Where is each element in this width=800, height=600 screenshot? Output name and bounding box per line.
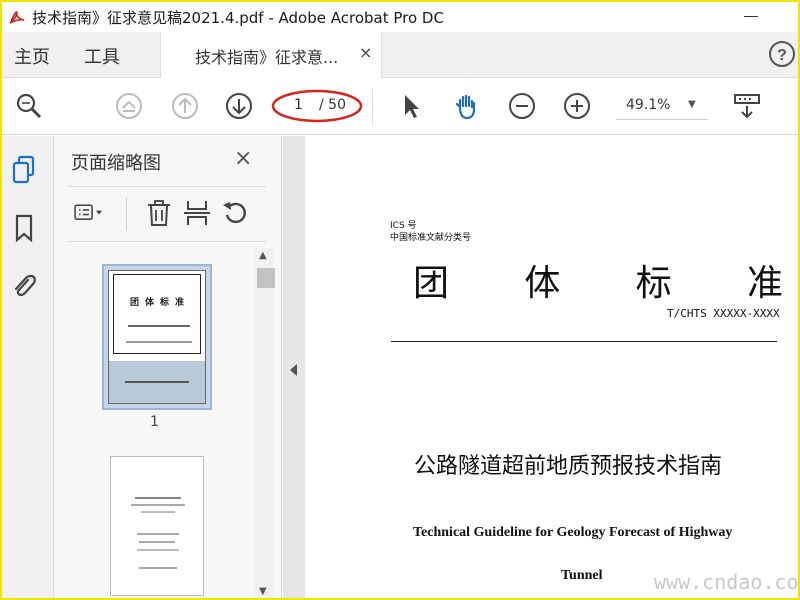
document-title-cn: 公路隧道超前地质预报技术指南 xyxy=(414,454,723,479)
previous-page-icon[interactable] xyxy=(170,91,200,121)
heading-rule xyxy=(391,341,777,342)
document-view[interactable]: ICS 号 中国标准文献分类号 团 体 标 准 T/CHTS XXXXX-XXX… xyxy=(305,136,798,598)
thumbnail-cover-frame: 团体标准 xyxy=(113,274,201,354)
thumbnail-panel: 页面缩略图 × 团体标准 1 ▲ ▼ xyxy=(54,136,282,598)
thumbnail-text-line xyxy=(137,549,179,551)
thumbnail-cover-title: 团体标准 xyxy=(130,298,191,308)
svg-text:?: ? xyxy=(777,47,787,64)
window-title: 技术指南》征求意见稿2021.4.pdf - Adobe Acrobat Pro… xyxy=(32,8,444,27)
panel-title: 页面缩略图 xyxy=(71,153,161,174)
thumbnail-text-line xyxy=(131,504,185,506)
pdf-page: ICS 号 中国标准文献分类号 团 体 标 准 T/CHTS XXXXX-XXX… xyxy=(305,136,798,598)
first-page-icon[interactable] xyxy=(114,91,144,121)
toolbar: 1 / 50 49.1% ▼ xyxy=(2,79,798,135)
toolbar-divider xyxy=(372,89,373,125)
thumbnail-scrollbar[interactable]: ▲ ▼ xyxy=(255,248,275,598)
thumbnail-text-line xyxy=(137,533,179,535)
standard-heading: 团 体 标 准 xyxy=(413,254,783,306)
thumbnail-text-line xyxy=(126,341,192,343)
page-thumbnail-1[interactable]: 团体标准 xyxy=(102,264,212,410)
extract-page-icon[interactable] xyxy=(180,197,214,229)
panel-toolbar-divider xyxy=(126,197,127,231)
document-title-en: Technical Guideline for Geology Forecast… xyxy=(413,525,733,540)
tab-close-icon[interactable]: × xyxy=(359,43,372,62)
help-icon[interactable]: ? xyxy=(768,40,796,68)
standard-number: T/CHTS XXXXX-XXXX xyxy=(667,307,780,320)
tab-bar: 主页 工具 技术指南》征求意... × ? xyxy=(2,32,798,78)
chevron-down-icon: ▼ xyxy=(688,99,696,110)
rotate-page-icon[interactable] xyxy=(218,197,252,229)
next-page-icon[interactable] xyxy=(224,91,254,121)
tab-home[interactable]: 主页 xyxy=(14,43,50,69)
tab-tools[interactable]: 工具 xyxy=(84,43,120,69)
thumbnail-text-line xyxy=(128,325,190,327)
zoom-search-icon[interactable] xyxy=(14,91,44,121)
thumbnail-text-line xyxy=(125,381,189,383)
tab-document[interactable]: 技术指南》征求意... × xyxy=(160,32,382,78)
left-nav-rail xyxy=(2,136,54,598)
thumbnail-text-line xyxy=(141,511,175,513)
heading-char: 标 xyxy=(635,263,672,304)
delete-page-icon[interactable] xyxy=(142,197,176,229)
panel-close-icon[interactable]: × xyxy=(234,146,252,171)
red-annotation-ellipse xyxy=(271,89,363,123)
scroll-up-icon[interactable]: ▲ xyxy=(259,250,267,261)
attachment-icon[interactable] xyxy=(10,270,38,302)
classification-number: 中国标准文献分类号 xyxy=(390,233,472,243)
collapse-left-icon[interactable] xyxy=(290,364,297,376)
minimize-button[interactable] xyxy=(740,8,762,26)
acrobat-app-icon xyxy=(8,8,26,26)
thumbnail-list: 团体标准 1 xyxy=(68,250,254,598)
tab-document-label: 技术指南》征求意... xyxy=(195,48,339,67)
page-thumbnail-2[interactable] xyxy=(110,456,204,596)
scroll-down-icon[interactable]: ▼ xyxy=(259,586,267,597)
thumbnail-text-line xyxy=(139,567,177,569)
document-title-en-line2: Tunnel xyxy=(561,568,603,583)
zoom-in-icon[interactable] xyxy=(562,91,592,121)
panel-collapse-strip[interactable] xyxy=(283,136,305,598)
panel-toolbar xyxy=(68,186,266,242)
acrobat-window: 技术指南》征求意见稿2021.4.pdf - Adobe Acrobat Pro… xyxy=(0,0,800,600)
more-tools-icon[interactable] xyxy=(732,91,762,121)
title-bar: 技术指南》征求意见稿2021.4.pdf - Adobe Acrobat Pro… xyxy=(2,2,798,32)
thumbnail-page-1-preview: 团体标准 xyxy=(108,270,206,404)
page-thumbnails-icon[interactable] xyxy=(10,154,38,186)
zoom-level-select[interactable]: 49.1% ▼ xyxy=(616,92,708,120)
bookmark-icon[interactable] xyxy=(10,212,38,244)
thumbnail-text-line xyxy=(135,497,181,499)
heading-char: 体 xyxy=(524,263,561,304)
select-cursor-icon[interactable] xyxy=(396,91,426,121)
zoom-out-icon[interactable] xyxy=(507,91,537,121)
zoom-level-value: 49.1% xyxy=(626,97,671,113)
thumbnail-options-icon[interactable] xyxy=(72,197,116,229)
thumbnail-text-line xyxy=(139,541,175,543)
heading-char: 准 xyxy=(746,263,783,304)
site-watermark: www.cndao.com xyxy=(654,570,800,594)
hand-tool-icon[interactable] xyxy=(452,91,482,121)
thumbnail-page-label: 1 xyxy=(150,414,159,430)
heading-char: 团 xyxy=(413,263,450,304)
scroll-thumb[interactable] xyxy=(257,268,275,288)
